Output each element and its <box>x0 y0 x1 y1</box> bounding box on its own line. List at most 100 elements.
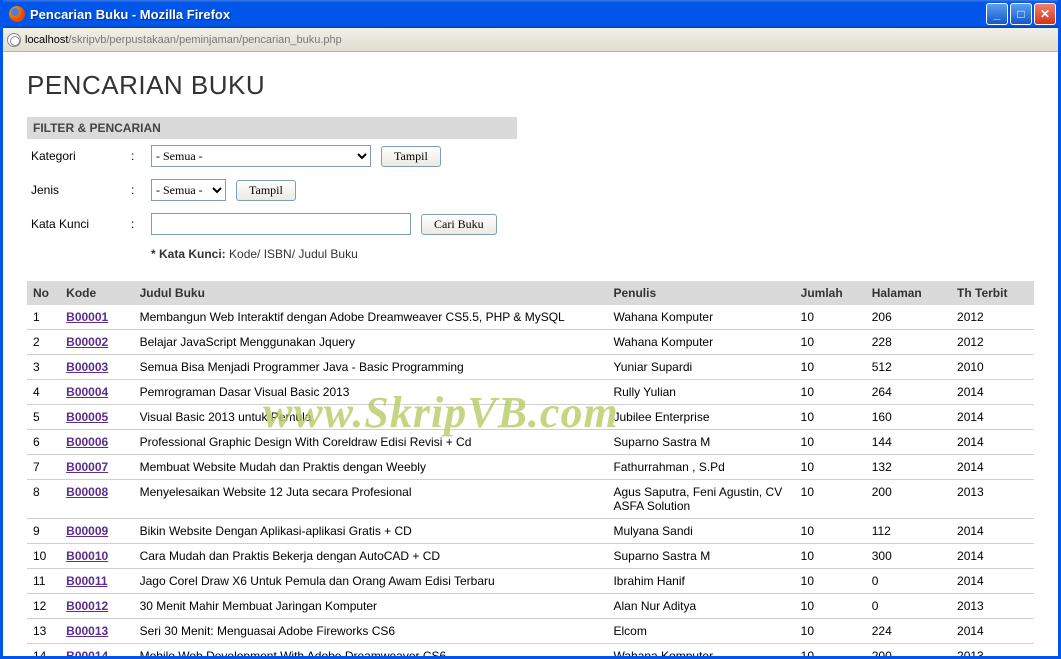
cell-no: 9 <box>27 519 60 544</box>
table-row: 12 B00012 30 Menit Mahir Membuat Jaringan … <box>27 594 1034 619</box>
table-row: 7B00007Membuat Website Mudah dan Praktis… <box>27 455 1034 480</box>
cell-no: 4 <box>27 380 60 405</box>
cell-penulis: Wahana Komputer <box>607 644 794 657</box>
window-title: Pencarian Buku - Mozilla Firefox <box>30 7 986 22</box>
kode-link[interactable]: B00012 <box>66 599 108 613</box>
cell-penulis: Yuniar Supardi <box>607 355 794 380</box>
jenis-select[interactable]: - Semua - <box>151 179 226 201</box>
cell-jumlah: 10 <box>795 594 866 619</box>
cell-no: 8 <box>27 480 60 519</box>
cell-no: 12 <box>27 594 60 619</box>
kata-kunci-input[interactable] <box>151 213 411 235</box>
kode-link[interactable]: B00011 <box>66 574 107 588</box>
kata-kunci-label: Kata Kunci <box>27 207 127 241</box>
cell-no: 7 <box>27 455 60 480</box>
cell-hal: 264 <box>866 380 951 405</box>
cell-judul: 30 Menit Mahir Membuat Jaringan Komputer <box>134 594 608 619</box>
cell-penulis: Rully Yulian <box>607 380 794 405</box>
cell-no: 1 <box>27 305 60 330</box>
kode-link[interactable]: B00013 <box>66 624 108 638</box>
cell-no: 6 <box>27 430 60 455</box>
cell-kode: B00001 <box>60 305 133 330</box>
cell-kode: B00003 <box>60 355 133 380</box>
cell-kode: B00013 <box>60 619 133 644</box>
kode-link[interactable]: B00006 <box>66 435 108 449</box>
cell-th: 2012 <box>951 305 1034 330</box>
table-row: 5B00005Visual Basic 2013 untuk PemulaJub… <box>27 405 1034 430</box>
cell-hal: 132 <box>866 455 951 480</box>
cell-th: 2014 <box>951 569 1034 594</box>
tampil-kategori-button[interactable]: Tampil <box>381 146 441 167</box>
cell-penulis: Wahana Komputer <box>607 330 794 355</box>
cell-judul: Membangun Web Interaktif dengan Adobe Dr… <box>134 305 608 330</box>
table-row: 6 B00006 Professional Graphic Design With … <box>27 430 1034 455</box>
cell-judul: Belajar JavaScript Menggunakan Jquery <box>134 330 608 355</box>
cell-jumlah: 10 <box>795 430 866 455</box>
th-halaman: Halaman <box>866 281 951 305</box>
cell-penulis: Suparno Sastra M <box>607 544 794 569</box>
kode-link[interactable]: B00014 <box>66 649 108 656</box>
cell-hal: 200 <box>866 644 951 657</box>
cell-th: 2014 <box>951 430 1034 455</box>
cell-no: 14 <box>27 644 60 657</box>
cell-jumlah: 10 <box>795 305 866 330</box>
page-content: www.SkripVB.com PENCARIAN BUKU FILTER & … <box>3 52 1058 656</box>
cell-jumlah: 10 <box>795 480 866 519</box>
kode-link[interactable]: B00002 <box>66 335 108 349</box>
th-judul: Judul Buku <box>134 281 608 305</box>
cell-hal: 224 <box>866 619 951 644</box>
cell-jumlah: 10 <box>795 544 866 569</box>
window-close-button[interactable]: ✕ <box>1034 3 1056 25</box>
cell-kode: B00008 <box>60 480 133 519</box>
kode-link[interactable]: B00007 <box>66 460 108 474</box>
window-minimize-button[interactable]: _ <box>986 3 1008 25</box>
jenis-label: Jenis <box>27 173 127 207</box>
cari-buku-button[interactable]: Cari Buku <box>421 214 497 235</box>
globe-icon <box>7 33 21 47</box>
th-terbit: Th Terbit <box>951 281 1034 305</box>
cell-penulis: Ibrahim Hanif <box>607 569 794 594</box>
cell-kode: B00004 <box>60 380 133 405</box>
cell-kode: B00014 <box>60 644 133 657</box>
cell-hal: 512 <box>866 355 951 380</box>
cell-th: 2013 <box>951 480 1034 519</box>
cell-kode: B00009 <box>60 519 133 544</box>
kode-link[interactable]: B00005 <box>66 410 108 424</box>
kode-link[interactable]: B00001 <box>66 310 108 324</box>
cell-jumlah: 10 <box>795 519 866 544</box>
cell-kode: B00010 <box>60 544 133 569</box>
kata-kunci-hint: * Kata Kunci: Kode/ ISBN/ Judul Buku <box>147 241 501 267</box>
cell-jumlah: 10 <box>795 355 866 380</box>
cell-penulis: Alan Nur Aditya <box>607 594 794 619</box>
cell-penulis: Fathurrahman , S.Pd <box>607 455 794 480</box>
table-row: 1 B00001 Membangun Web Interaktif dengan A… <box>27 305 1034 330</box>
cell-penulis: Mulyana Sandi <box>607 519 794 544</box>
kode-link[interactable]: B00010 <box>66 549 108 563</box>
kategori-select[interactable]: - Semua - <box>151 145 371 167</box>
kode-link[interactable]: B00009 <box>66 524 108 538</box>
window-maximize-button[interactable]: □ <box>1010 3 1032 25</box>
cell-th: 2014 <box>951 619 1034 644</box>
cell-judul: Jago Corel Draw X6 Untuk Pemula dan Oran… <box>134 569 608 594</box>
table-row: 3B00003Semua Bisa Menjadi Programmer Jav… <box>27 355 1034 380</box>
cell-hal: 0 <box>866 569 951 594</box>
cell-judul: Visual Basic 2013 untuk Pemula <box>134 405 608 430</box>
cell-jumlah: 10 <box>795 380 866 405</box>
kode-link[interactable]: B00003 <box>66 360 108 374</box>
tampil-jenis-button[interactable]: Tampil <box>236 180 296 201</box>
cell-judul: Seri 30 Menit: Menguasai Adobe Fireworks… <box>134 619 608 644</box>
th-penulis: Penulis <box>607 281 794 305</box>
cell-judul: Professional Graphic Design With Coreldr… <box>134 430 608 455</box>
cell-jumlah: 10 <box>795 644 866 657</box>
cell-no: 2 <box>27 330 60 355</box>
kode-link[interactable]: B00008 <box>66 485 108 499</box>
cell-th: 2013 <box>951 594 1034 619</box>
cell-no: 3 <box>27 355 60 380</box>
cell-judul: Pemrograman Dasar Visual Basic 2013 <box>134 380 608 405</box>
cell-judul: Bikin Website Dengan Aplikasi-aplikasi G… <box>134 519 608 544</box>
th-jumlah: Jumlah <box>795 281 866 305</box>
table-row: 2 B00002 Belajar JavaScript Menggunakan Jq… <box>27 330 1034 355</box>
kode-link[interactable]: B00004 <box>66 385 108 399</box>
cell-jumlah: 10 <box>795 405 866 430</box>
address-bar[interactable]: localhost/skripvb/perpustakaan/peminjama… <box>3 28 1058 52</box>
